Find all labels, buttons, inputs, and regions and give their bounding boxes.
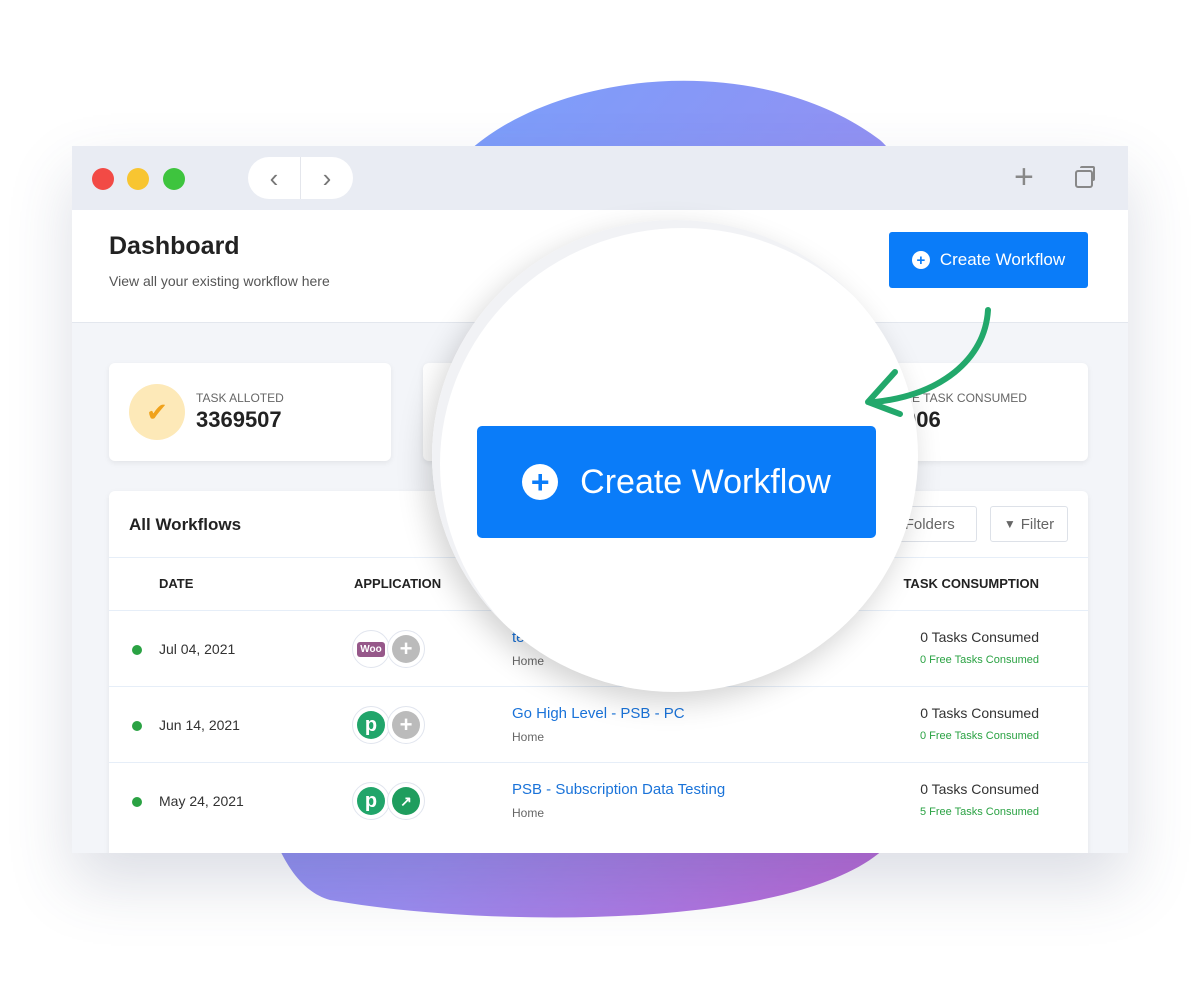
arrow-icon [865,307,991,417]
